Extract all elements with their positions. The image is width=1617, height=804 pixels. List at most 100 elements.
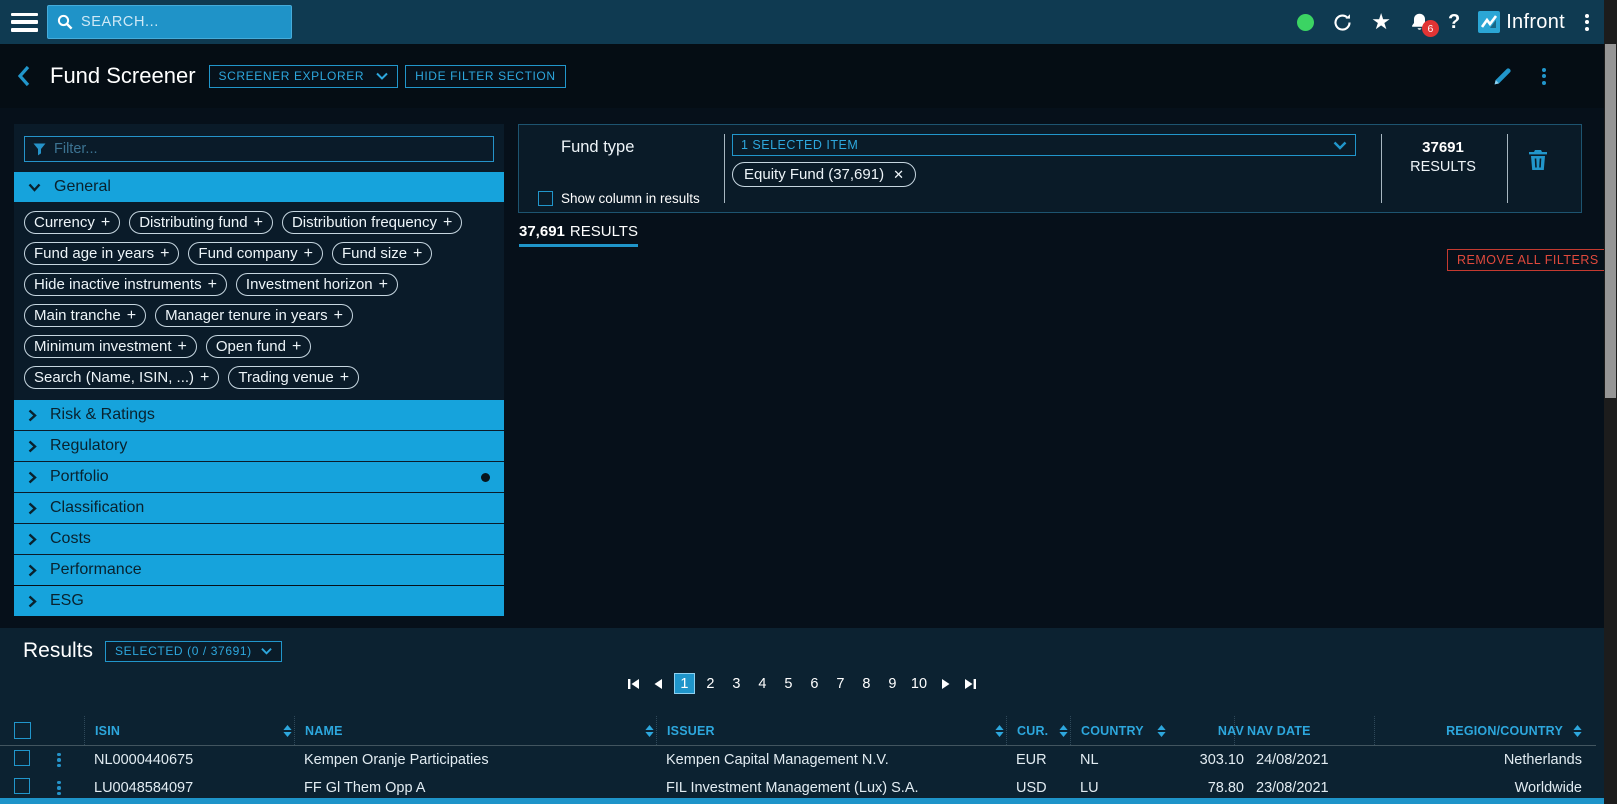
column-header-issuer[interactable]: ISSUER — [656, 716, 1016, 745]
filter-chip-add[interactable]: Fund company+ — [188, 242, 323, 265]
filter-placeholder: Filter... — [54, 141, 98, 157]
filter-chip-add[interactable]: Investment horizon+ — [236, 273, 398, 296]
sort-icon[interactable] — [1573, 725, 1582, 737]
horizontal-scrollbar[interactable] — [0, 798, 1604, 804]
chevron-down-icon — [261, 647, 272, 655]
first-page-icon[interactable] — [624, 674, 644, 694]
pagination-page-8[interactable]: 8 — [856, 673, 877, 694]
scrollbar-thumb[interactable] — [1605, 44, 1616, 398]
row-checkbox[interactable] — [14, 750, 30, 766]
filter-section-general[interactable]: General — [14, 172, 504, 202]
screener-overflow-menu-icon[interactable] — [1540, 66, 1548, 87]
column-header-cur[interactable]: CUR. — [1006, 716, 1080, 745]
filter-section-classification[interactable]: Classification — [14, 493, 504, 523]
row-menu-icon[interactable] — [57, 781, 61, 796]
vertical-scrollbar[interactable] — [1604, 0, 1617, 804]
pagination-page-4[interactable]: 4 — [752, 673, 773, 694]
pagination-page-9[interactable]: 9 — [882, 673, 903, 694]
filter-chip-add[interactable]: Main tranche+ — [24, 304, 146, 327]
show-column-checkbox[interactable]: Show column in results — [538, 191, 700, 206]
add-icon: + — [101, 215, 110, 231]
hide-filter-section-button[interactable]: HIDE FILTER SECTION — [405, 65, 566, 88]
table-row[interactable]: NL0000440675Kempen Oranje ParticipatiesK… — [0, 746, 1596, 774]
screener-explorer-dropdown[interactable]: SCREENER EXPLORER — [209, 65, 399, 88]
column-header-nav-date[interactable]: NAV DATE — [1234, 716, 1384, 745]
pagination-page-7[interactable]: 7 — [830, 673, 851, 694]
add-icon: + — [178, 339, 187, 355]
filter-chip-add[interactable]: Fund size+ — [332, 242, 432, 265]
topbar-overflow-menu-icon[interactable] — [1583, 12, 1591, 33]
favorites-icon[interactable]: ★ — [1371, 11, 1391, 33]
search-input[interactable]: SEARCH... — [47, 5, 292, 39]
selected-dropdown[interactable]: SELECTED (0 / 37691) — [105, 641, 282, 662]
column-header-isin[interactable]: ISIN — [84, 716, 304, 745]
active-filter-card: Fund type 1 SELECTED ITEM Equity Fund (3… — [518, 124, 1582, 213]
prev-page-icon[interactable] — [649, 674, 669, 694]
pagination-page-5[interactable]: 5 — [778, 673, 799, 694]
pagination-page-1[interactable]: 1 — [674, 673, 695, 694]
filter-section-risk-ratings[interactable]: Risk & Ratings — [14, 400, 504, 430]
filter-chip-add[interactable]: Distributing fund+ — [129, 211, 273, 234]
cell-country: LU — [1080, 780, 1178, 796]
row-menu-icon[interactable] — [57, 753, 61, 768]
add-icon: + — [334, 308, 343, 324]
checkbox[interactable] — [538, 191, 553, 206]
chevron-right-icon — [28, 409, 37, 422]
chevron-right-icon — [28, 502, 37, 515]
filter-chip-add[interactable]: Fund age in years+ — [24, 242, 179, 265]
last-page-icon[interactable] — [960, 674, 980, 694]
pagination-page-6[interactable]: 6 — [804, 673, 825, 694]
sort-icon[interactable] — [995, 725, 1004, 737]
back-icon[interactable] — [16, 64, 31, 88]
chevron-right-icon — [28, 595, 37, 608]
chevron-right-icon — [28, 440, 37, 453]
filter-chip-add[interactable]: Minimum investment+ — [24, 335, 197, 358]
pagination-page-2[interactable]: 2 — [700, 673, 721, 694]
selected-items-dropdown[interactable]: 1 SELECTED ITEM — [732, 134, 1356, 156]
filter-section-performance[interactable]: Performance — [14, 555, 504, 585]
filter-section-portfolio[interactable]: Portfolio — [14, 462, 504, 492]
filter-section-esg[interactable]: ESG — [14, 586, 504, 616]
cell-nav: 303.10 — [1178, 752, 1244, 768]
row-checkbox[interactable] — [14, 778, 30, 794]
menu-icon[interactable] — [11, 13, 38, 32]
filter-section-regulatory[interactable]: Regulatory — [14, 431, 504, 461]
results-count-tab[interactable]: 37,691 RESULTS — [519, 223, 638, 247]
filter-chip-add[interactable]: Distribution frequency+ — [282, 211, 462, 234]
filter-chip-add[interactable]: Manager tenure in years+ — [155, 304, 353, 327]
add-icon: + — [200, 370, 209, 386]
cell-isin: LU0048584097 — [94, 780, 304, 796]
filter-chip-add[interactable]: Search (Name, ISIN, ...)+ — [24, 366, 219, 389]
general-filter-chips: Currency+ Distributing fund+ Distribution … — [14, 202, 504, 399]
chevron-down-icon — [376, 72, 388, 80]
cell-country: NL — [1080, 752, 1178, 768]
help-icon[interactable]: ? — [1448, 11, 1460, 34]
column-header-name[interactable]: NAME — [294, 716, 666, 745]
select-all-checkbox[interactable] — [14, 722, 31, 739]
sort-icon[interactable] — [1059, 725, 1068, 737]
sort-icon[interactable] — [1157, 725, 1166, 737]
filter-result-count: 37691 RESULTS — [1387, 139, 1499, 175]
filter-chip-add[interactable]: Trading venue+ — [228, 366, 359, 389]
pagination-page-3[interactable]: 3 — [726, 673, 747, 694]
notifications-icon[interactable]: 6 — [1409, 11, 1430, 33]
pagination: 12345678910 — [0, 673, 1604, 694]
delete-filter-icon[interactable] — [1527, 148, 1549, 172]
filter-search-input[interactable]: Filter... — [24, 136, 494, 162]
edit-icon[interactable] — [1492, 66, 1513, 87]
filter-chip-add[interactable]: Open fund+ — [206, 335, 311, 358]
refresh-icon[interactable] — [1332, 12, 1353, 33]
filter-chip-add[interactable]: Currency+ — [24, 211, 120, 234]
pagination-page-10[interactable]: 10 — [908, 673, 930, 694]
remove-chip-icon[interactable]: ✕ — [893, 167, 904, 183]
filter-chip-add[interactable]: Hide inactive instruments+ — [24, 273, 227, 296]
filter-section-costs[interactable]: Costs — [14, 524, 504, 554]
sort-icon[interactable] — [283, 725, 292, 737]
sort-icon[interactable] — [645, 725, 654, 737]
notification-badge: 6 — [1422, 20, 1439, 37]
remove-all-filters-button[interactable]: REMOVE ALL FILTERS — [1447, 249, 1609, 271]
next-page-icon[interactable] — [935, 674, 955, 694]
search-icon — [57, 14, 73, 30]
column-header-region[interactable]: REGION/COUNTRY — [1374, 716, 1582, 745]
column-header-country[interactable]: COUNTRY — [1070, 716, 1178, 745]
